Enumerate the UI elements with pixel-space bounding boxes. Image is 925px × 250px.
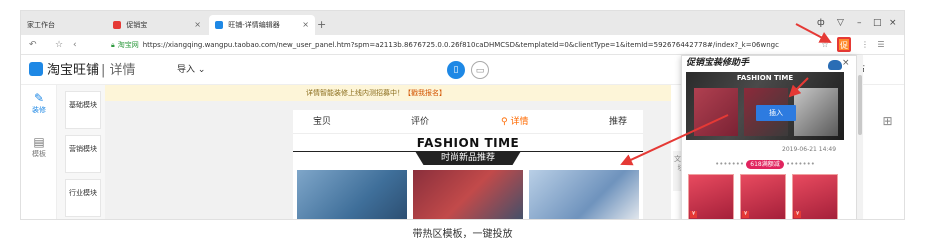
tab-item[interactable]: 宝贝 bbox=[313, 116, 331, 128]
close-window-button[interactable]: × bbox=[889, 16, 897, 30]
figure-caption: 带热区模板，一键投放 bbox=[412, 229, 513, 240]
favorite-icon[interactable]: ☆ bbox=[819, 38, 831, 51]
logo-subtitle: | 详情 bbox=[101, 63, 136, 78]
logo-icon bbox=[29, 62, 43, 76]
preview-figure bbox=[694, 88, 738, 136]
rail-label: 装修 bbox=[32, 106, 46, 114]
browser-window: 家工作台 × 促销宝 × 旺铺-详情编辑器 × + ф ▽ – □ × ↶ ☆ … bbox=[20, 10, 905, 220]
notice-link[interactable]: 【戳我报名】 bbox=[404, 89, 446, 97]
tab-promo[interactable]: 促销宝 × bbox=[107, 15, 207, 35]
left-rail: ✎ 装修 ▤ 模板 bbox=[21, 85, 57, 219]
product-photo[interactable] bbox=[297, 170, 407, 219]
notice-bar: 详情智能装修上线内测招募中！【戳我报名】 bbox=[81, 85, 671, 101]
url-text: https://xiangqing.wangpu.taobao.com/new_… bbox=[142, 41, 779, 49]
tab-close-icon[interactable]: × bbox=[194, 15, 201, 35]
new-tab-button[interactable]: + bbox=[317, 15, 326, 35]
rail-item-template[interactable]: ▤ 模板 bbox=[21, 135, 57, 159]
url-field[interactable]: 🔒︎ 淘宝网 https://xiangqing.wangpu.taobao.com… bbox=[111, 38, 817, 52]
insert-button[interactable]: 插入 bbox=[756, 105, 796, 121]
template-date: 2019-06-21 14:49 bbox=[782, 146, 837, 153]
tab-strip: 家工作台 × 促销宝 × 旺铺-详情编辑器 × + ф ▽ – □ × bbox=[21, 11, 904, 35]
user-icon[interactable]: ф bbox=[817, 16, 825, 30]
price-tag: ¥ bbox=[690, 211, 698, 218]
rail-item-decorate[interactable]: ✎ 装修 bbox=[21, 91, 57, 115]
preview-figure bbox=[794, 88, 838, 136]
shop-preview: 宝贝 评价 ⚲ 详情 推荐 FASHION TIME 时尚新品推荐 bbox=[293, 110, 643, 219]
carousel-indicator[interactable]: ••••••• 618满额减 ••••••• bbox=[686, 159, 844, 169]
template-thumbnail[interactable]: ¥ bbox=[792, 174, 838, 219]
layout-grid-icon[interactable]: ⊞ bbox=[869, 101, 904, 141]
mobile-view-icon[interactable]: ▯ bbox=[447, 61, 465, 79]
module-basic[interactable]: 基础模块 bbox=[65, 91, 101, 129]
preview-title: FASHION TIME bbox=[736, 74, 794, 82]
back-icon[interactable]: ‹ bbox=[73, 38, 77, 52]
scrollbar-thumb[interactable] bbox=[858, 75, 862, 135]
minimize-button[interactable]: – bbox=[857, 16, 862, 30]
tab-label: 家工作台 bbox=[27, 21, 55, 29]
carousel-dots: ••••••• bbox=[715, 160, 745, 168]
tab-close-icon[interactable]: × bbox=[302, 15, 309, 35]
hamburger-icon[interactable]: ☰ bbox=[875, 38, 887, 51]
history-icon[interactable]: ↶ bbox=[29, 38, 37, 52]
tab-recommend[interactable]: 推荐 bbox=[609, 116, 627, 128]
more-icon[interactable]: ⋮ bbox=[859, 38, 871, 51]
notice-text: 详情智能装修上线内测招募中！ bbox=[306, 89, 404, 97]
template-thumbnail[interactable]: ¥ bbox=[688, 174, 734, 219]
promo-favicon-icon bbox=[113, 21, 121, 29]
menu-icon[interactable]: ▽ bbox=[837, 16, 844, 30]
promo-helper-popup: 促销宝装修助手 × FASHION TIME 插入 2019-06-21 14:… bbox=[681, 55, 857, 219]
tab-label: 旺铺-详情编辑器 bbox=[228, 21, 280, 29]
lock-icon: 🔒︎ bbox=[111, 41, 115, 49]
product-photo[interactable] bbox=[529, 170, 639, 219]
promo-extension-icon[interactable]: 促 bbox=[837, 37, 851, 52]
url-safe-label: 淘宝网 bbox=[117, 41, 139, 49]
tab-editor[interactable]: 旺铺-详情编辑器 × bbox=[209, 15, 315, 35]
module-industry[interactable]: 行业模块 bbox=[65, 179, 101, 217]
product-photo[interactable] bbox=[413, 170, 523, 219]
module-marketing[interactable]: 营销模块 bbox=[65, 135, 101, 173]
editor-favicon-icon bbox=[215, 21, 223, 29]
location-pin-icon: ⚲ bbox=[501, 117, 508, 127]
carousel-pill: 618满额减 bbox=[746, 160, 784, 169]
app-logo: 淘宝旺铺 | 详情 bbox=[29, 62, 136, 79]
banner-subtitle: 时尚新品推荐 bbox=[415, 151, 521, 165]
tab-details-label: 详情 bbox=[510, 117, 529, 127]
template-thumbnail[interactable]: ¥ bbox=[740, 174, 786, 219]
module-panel: 基础模块 营销模块 行业模块 bbox=[57, 85, 105, 219]
desktop-view-icon[interactable]: ▭ bbox=[471, 61, 489, 79]
maximize-button[interactable]: □ bbox=[873, 16, 882, 30]
template-icon: ▤ bbox=[33, 135, 45, 149]
popup-scrollbar[interactable] bbox=[857, 55, 863, 219]
carousel-dots: ••••••• bbox=[785, 160, 815, 168]
bookmark-star-icon[interactable]: ☆ bbox=[55, 38, 63, 52]
import-dropdown[interactable]: 导入 ⌄ bbox=[177, 64, 205, 76]
price-tag: ¥ bbox=[794, 211, 802, 218]
logo-text: 淘宝旺铺 bbox=[47, 63, 100, 78]
popup-close-icon[interactable]: × bbox=[842, 57, 850, 69]
rail-label: 模板 bbox=[32, 150, 46, 158]
tab-label: 促销宝 bbox=[126, 21, 148, 29]
popup-title: 促销宝装修助手 bbox=[686, 58, 750, 68]
tab-reviews[interactable]: 评价 bbox=[411, 116, 429, 128]
banner-title: FASHION TIME bbox=[416, 136, 520, 150]
wrench-icon: ✎ bbox=[33, 91, 45, 105]
address-bar-row: ↶ ☆ ‹ 🔒︎ 淘宝网 https://xiangqing.wangpu.taob… bbox=[21, 35, 904, 55]
tab-details[interactable]: ⚲ 详情 bbox=[501, 116, 528, 128]
price-tag: ¥ bbox=[742, 211, 750, 218]
mascot-icon bbox=[828, 60, 842, 70]
shop-tabs: 宝贝 评价 ⚲ 详情 推荐 bbox=[293, 110, 643, 134]
